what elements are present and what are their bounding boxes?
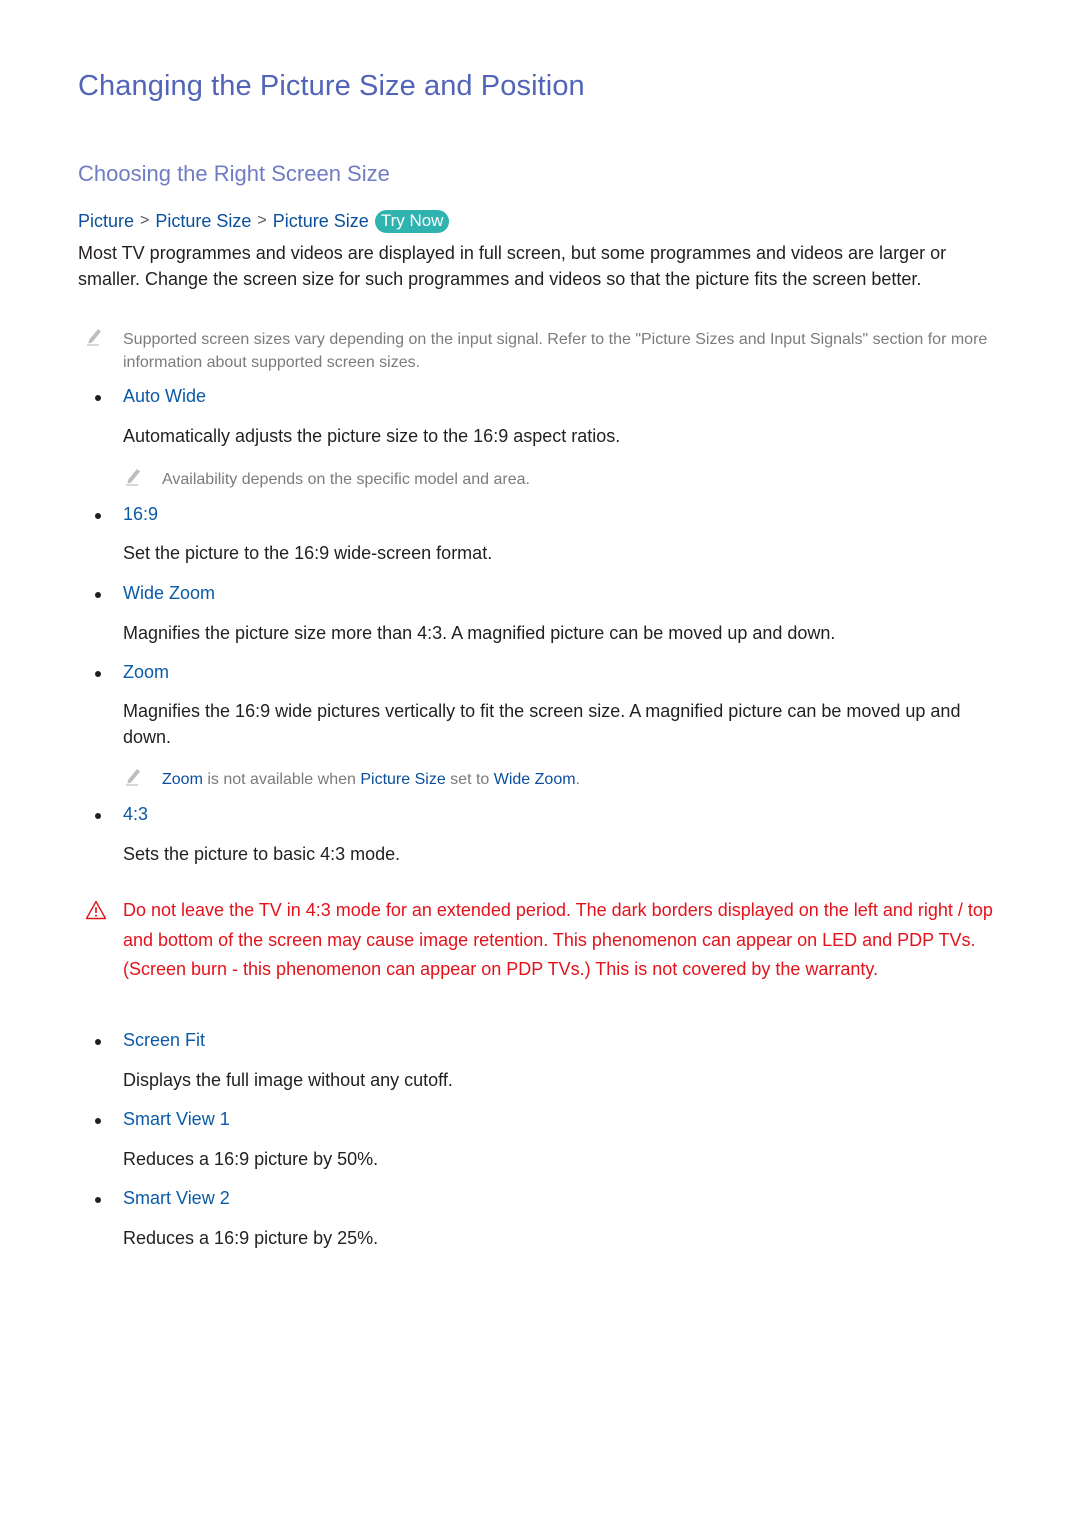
bullet-dot [95, 813, 101, 819]
option-screen-fit[interactable]: Screen Fit [123, 1030, 205, 1051]
bullet-dot [95, 671, 101, 677]
option-description: Reduces a 16:9 picture by 50%. [123, 1149, 379, 1169]
warning-text: Do not leave the TV in 4:3 mode for an e… [123, 900, 993, 979]
option-smart-view-2[interactable]: Smart View 2 [123, 1188, 230, 1209]
note-text: set to [445, 771, 494, 788]
section-title: Choosing the Right Screen Size [78, 161, 390, 186]
option-description: Reduces a 16:9 picture by 25%. [123, 1228, 379, 1248]
bullet-dot [95, 592, 101, 598]
breadcrumb-item-picture-size[interactable]: Picture Size [155, 211, 251, 232]
option-16-9[interactable]: 16:9 [123, 504, 158, 525]
note-supported-sizes: Supported screen sizes vary depending on… [87, 328, 1003, 374]
chevron-right-icon: > [257, 212, 267, 229]
bullet-dot [95, 1039, 101, 1045]
option-description: Sets the picture to basic 4:3 mode. [123, 844, 401, 864]
option-description: Set the picture to the 16:9 wide-screen … [123, 543, 493, 563]
note-text: is not available when [202, 771, 361, 788]
option-description: Automatically adjusts the picture size t… [123, 426, 621, 446]
warning-triangle-icon [85, 900, 107, 920]
bullet-dot [95, 1118, 101, 1124]
try-now-button[interactable]: Try Now [374, 209, 450, 233]
bullet-dot [95, 513, 101, 519]
breadcrumb-item-picture-size-setting[interactable]: Picture Size [273, 211, 369, 232]
pencil-note-icon [87, 329, 101, 346]
note-availability: Availability depends on the specific mod… [126, 468, 530, 491]
note-link-zoom[interactable]: Zoom [162, 771, 203, 788]
note-text: Availability depends on the specific mod… [162, 471, 530, 488]
intro-paragraph: Most TV programmes and videos are displa… [78, 243, 947, 289]
note-link-picture-size[interactable]: Picture Size [360, 771, 445, 788]
option-description: Displays the full image without any cuto… [123, 1070, 453, 1090]
pencil-note-icon [126, 469, 140, 486]
bullet-dot [95, 1197, 101, 1203]
warning-message: Do not leave the TV in 4:3 mode for an e… [85, 896, 1013, 985]
option-description: Magnifies the picture size more than 4:3… [123, 623, 836, 643]
pencil-note-icon [126, 769, 140, 786]
option-smart-view-1[interactable]: Smart View 1 [123, 1109, 230, 1130]
note-text: . [575, 771, 580, 788]
manual-page: Changing the Picture Size and Position C… [0, 0, 1080, 1527]
breadcrumb-item-picture[interactable]: Picture [78, 211, 134, 232]
note-zoom-availability: Zoom is not available when Picture Size … [126, 768, 580, 791]
breadcrumb: Picture > Picture Size > Picture Size Tr… [78, 208, 450, 234]
option-description: Magnifies the 16:9 wide pictures vertica… [123, 701, 961, 747]
chevron-right-icon: > [140, 212, 150, 229]
option-wide-zoom[interactable]: Wide Zoom [123, 583, 215, 604]
option-4-3[interactable]: 4:3 [123, 804, 148, 825]
bullet-dot [95, 395, 101, 401]
option-auto-wide[interactable]: Auto Wide [123, 386, 206, 407]
note-link-wide-zoom[interactable]: Wide Zoom [494, 771, 576, 788]
note-text: Supported screen sizes vary depending on… [123, 331, 988, 371]
page-title: Changing the Picture Size and Position [78, 70, 585, 102]
option-zoom[interactable]: Zoom [123, 662, 169, 683]
